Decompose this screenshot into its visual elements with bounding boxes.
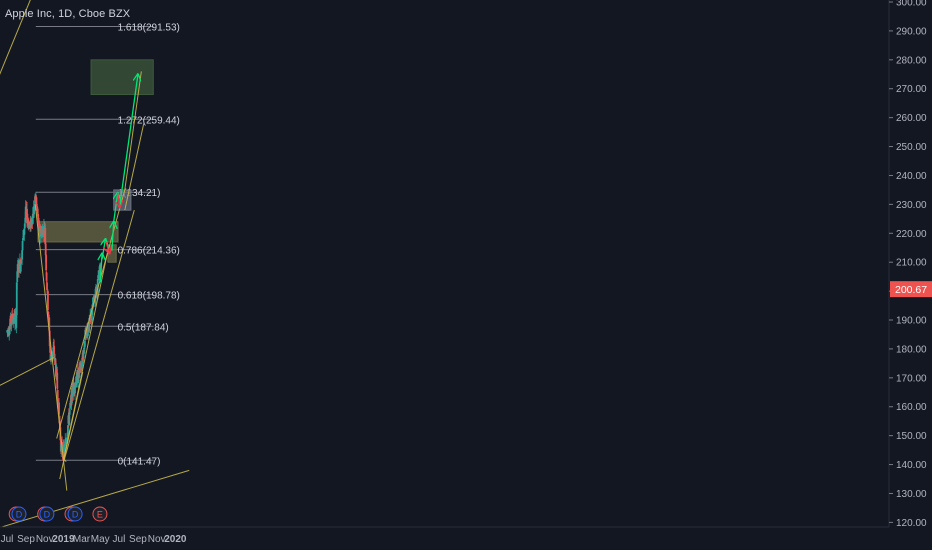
fib-level-label: 1.272(259.44): [118, 115, 180, 126]
x-tick-label: Nov: [36, 534, 54, 545]
candle-body: [19, 264, 22, 272]
chart-title: Apple Inc, 1D, Cboe BZX: [5, 8, 131, 20]
earnings-letter: E: [97, 510, 103, 520]
fib-level-label: 0.5(187.84): [118, 322, 169, 333]
price-chart[interactable]: 1.618(291.53)1.272(259.44)1(234.21)0.786…: [0, 0, 932, 550]
y-tick-label: 190.00: [896, 316, 927, 327]
y-tick-label: 240.00: [896, 171, 927, 182]
x-tick-label: Sep: [17, 534, 35, 545]
trendline: [0, 469, 190, 529]
trendline: [63, 247, 110, 459]
fib-level-label: 0.786(214.36): [118, 246, 180, 257]
y-tick-label: 160.00: [896, 402, 927, 413]
y-tick-label: 170.00: [896, 373, 927, 384]
fib-level-label: 0.618(198.78): [118, 291, 180, 302]
y-tick-label: 230.00: [896, 200, 927, 211]
candle-body: [47, 291, 49, 311]
candle-body: [45, 254, 48, 271]
trendline: [34, 204, 68, 491]
y-tick-label: 290.00: [896, 26, 927, 37]
y-tick-label: 220.00: [896, 229, 927, 240]
x-tick-label: May: [91, 534, 110, 545]
fib-level-label: 1.618(291.53): [118, 22, 180, 33]
trendline: [63, 210, 135, 462]
x-tick-label: Nov: [148, 534, 166, 545]
y-tick-label: 130.00: [896, 489, 927, 500]
candle-body: [46, 289, 49, 291]
y-tick-label: 140.00: [896, 460, 927, 471]
chart-root: 1.618(291.53) 1.272(259.44) 1(234.21) 0.786…: [0, 0, 932, 550]
y-tick-label: 280.00: [896, 55, 927, 66]
x-tick-label: 2019: [52, 534, 75, 545]
y-tick-label: 270.00: [896, 84, 927, 95]
x-tick-label: 2020: [164, 534, 187, 545]
candle-body: [35, 203, 38, 206]
x-tick-label: Mar: [73, 534, 91, 545]
price-zone: [90, 59, 154, 96]
candle-body: [80, 367, 83, 369]
last-price-label: 200.67: [895, 284, 927, 296]
dividend-letter: D: [16, 510, 23, 520]
x-tick-label: Sep: [129, 534, 147, 545]
candle-body: [91, 314, 93, 321]
y-tick-label: 260.00: [896, 113, 927, 124]
price-zone: [37, 221, 119, 243]
y-tick-label: 300.00: [896, 0, 927, 9]
y-tick-label: 210.00: [896, 258, 927, 269]
x-tick-label: Jul: [113, 534, 126, 545]
y-tick-label: 180.00: [896, 344, 927, 355]
dividend-letter: D: [72, 510, 79, 520]
dividend-letter: D: [44, 510, 51, 520]
fib-level-label: 0(141.47): [118, 456, 161, 467]
y-tick-label: 150.00: [896, 431, 927, 442]
y-tick-label: 250.00: [896, 142, 927, 153]
x-tick-label: Jul: [1, 534, 14, 545]
trendline: [0, 357, 55, 386]
